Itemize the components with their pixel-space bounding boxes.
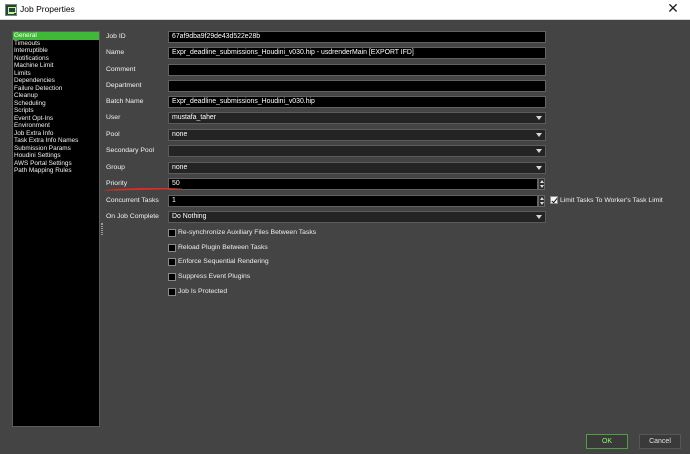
sidebar-item-failure-detection[interactable]: Failure Detection <box>13 85 99 93</box>
ok-button[interactable]: OK <box>586 434 628 449</box>
concurrent-tasks-stepper[interactable] <box>538 195 545 207</box>
sidebar-item-machine-limit[interactable]: Machine Limit <box>13 62 99 70</box>
sidebar-item-notifications[interactable]: Notifications <box>13 55 99 63</box>
pool-label: Pool <box>106 131 120 138</box>
user-dropdown[interactable]: mustafa_taher <box>168 112 546 124</box>
group-label: Group <box>106 164 125 171</box>
limit-tasks-label: Limit Tasks To Worker's Task Limit <box>560 197 663 204</box>
user-dropdown-value: mustafa_taher <box>172 114 217 121</box>
job-id-label: Job ID <box>106 33 126 40</box>
sidebar-item-aws-portal-settings[interactable]: AWS Portal Settings <box>13 160 99 168</box>
title-bar: Job Properties ✕ <box>0 0 690 20</box>
sidebar-item-timeouts[interactable]: Timeouts <box>13 40 99 48</box>
name-field[interactable]: Expr_deadline_submissions_Houdini_v030.h… <box>168 47 546 59</box>
reload-plugin-checkbox[interactable] <box>168 244 176 252</box>
sidebar-item-scripts[interactable]: Scripts <box>13 107 99 115</box>
concurrent-tasks-field[interactable]: 1 <box>168 195 538 207</box>
chevron-down-icon <box>536 149 542 153</box>
group-dropdown-value: none <box>172 164 188 171</box>
reload-plugin-label: Reload Plugin Between Tasks <box>178 244 268 251</box>
sidebar-item-submission-params[interactable]: Submission Params <box>13 145 99 153</box>
close-icon[interactable]: ✕ <box>665 1 681 17</box>
user-label: User <box>106 114 121 121</box>
pool-dropdown-value: none <box>172 131 188 138</box>
priority-field[interactable]: 50 <box>168 178 538 190</box>
comment-field[interactable] <box>168 64 546 76</box>
suppress-event-plugins-checkbox[interactable] <box>168 273 176 281</box>
window-title: Job Properties <box>20 4 75 14</box>
resync-aux-files-label: Re-synchronize Auxiliary Files Between T… <box>178 229 317 236</box>
sidebar-item-task-extra-info-names[interactable]: Task Extra Info Names <box>13 137 99 145</box>
chevron-down-icon <box>536 166 542 170</box>
on-job-complete-dropdown[interactable]: Do Nothing <box>168 211 546 223</box>
sidebar-item-scheduling[interactable]: Scheduling <box>13 100 99 108</box>
resync-aux-files-checkbox[interactable] <box>168 229 176 237</box>
batch-name-label: Batch Name <box>106 98 144 105</box>
on-job-complete-dropdown-value: Do Nothing <box>172 213 207 220</box>
group-dropdown[interactable]: none <box>168 162 546 174</box>
sidebar-item-cleanup[interactable]: Cleanup <box>13 92 99 100</box>
priority-stepper[interactable] <box>538 178 545 190</box>
job-properties-dialog: Job Properties ✕ General Timeouts Interr… <box>0 0 690 454</box>
cancel-button[interactable]: Cancel <box>639 434 681 449</box>
on-job-complete-label: On Job Complete <box>106 213 159 220</box>
job-properties-sidebar[interactable]: General Timeouts Interruptible Notificat… <box>12 31 100 427</box>
secondary-pool-label: Secondary Pool <box>106 147 154 154</box>
sidebar-item-event-opt-ins[interactable]: Event Opt-Ins <box>13 115 99 123</box>
department-field[interactable] <box>168 80 546 92</box>
deadline-monitor-icon <box>5 4 17 16</box>
priority-highlight-underline <box>103 187 185 193</box>
sidebar-item-interruptible[interactable]: Interruptible <box>13 47 99 55</box>
sidebar-item-general[interactable]: General <box>13 32 99 40</box>
sidebar-item-job-extra-info[interactable]: Job Extra Info <box>13 130 99 138</box>
chevron-down-icon <box>536 133 542 137</box>
sequential-rendering-label: Enforce Sequential Rendering <box>178 258 269 265</box>
secondary-pool-dropdown[interactable] <box>168 145 546 157</box>
job-protected-checkbox[interactable] <box>168 288 176 296</box>
sequential-rendering-checkbox[interactable] <box>168 258 176 266</box>
pool-dropdown[interactable]: none <box>168 129 546 141</box>
chevron-down-icon <box>536 116 542 120</box>
concurrent-tasks-label: Concurrent Tasks <box>106 197 159 204</box>
sidebar-item-dependencies[interactable]: Dependencies <box>13 77 99 85</box>
department-label: Department <box>106 82 142 89</box>
comment-label: Comment <box>106 66 136 73</box>
job-protected-label: Job Is Protected <box>178 288 228 295</box>
sidebar-item-houdini-settings[interactable]: Houdini Settings <box>13 152 99 160</box>
batch-name-field[interactable]: Expr_deadline_submissions_Houdini_v030.h… <box>168 96 546 108</box>
suppress-event-plugins-label: Suppress Event Plugins <box>178 273 251 280</box>
limit-tasks-checkbox[interactable] <box>550 196 558 204</box>
name-label: Name <box>106 49 125 56</box>
job-id-field[interactable]: 67af9dba9f29de43d522e28b <box>168 31 546 43</box>
sidebar-item-path-mapping-rules[interactable]: Path Mapping Rules <box>13 167 99 175</box>
chevron-down-icon <box>536 215 542 219</box>
sidebar-item-environment[interactable]: Environment <box>13 122 99 130</box>
sidebar-item-limits[interactable]: Limits <box>13 70 99 78</box>
panel-splitter-handle[interactable] <box>101 223 103 235</box>
